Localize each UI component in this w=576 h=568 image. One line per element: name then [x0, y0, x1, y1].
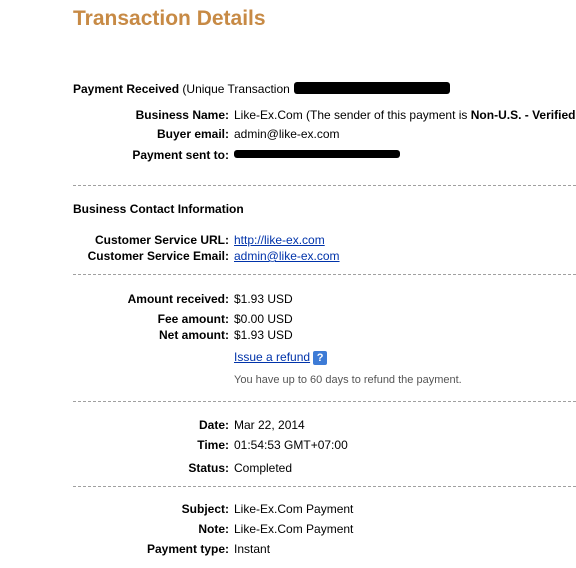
time-label: Time:: [197, 438, 229, 452]
divider: [73, 401, 576, 402]
business-name-text: Like-Ex.Com (The sender of this payment …: [234, 108, 471, 122]
payment-sent-to-label: Payment sent to:: [132, 148, 229, 162]
payment-received-label: Payment Received: [73, 82, 180, 96]
divider: [73, 486, 576, 487]
refund-note: You have up to 60 days to refund the pay…: [234, 374, 462, 386]
business-name-value: Like-Ex.Com (The sender of this payment …: [234, 108, 575, 122]
date-value: Mar 22, 2014: [234, 418, 305, 432]
refund-row: Issue a refund?: [234, 350, 328, 365]
note-value: Like-Ex.Com Payment: [234, 522, 354, 536]
date-label: Date:: [198, 418, 229, 432]
net-amount-value: $1.93 USD: [234, 328, 293, 342]
customer-service-url-label: Customer Service URL:: [94, 233, 229, 247]
issue-refund-link[interactable]: Issue a refund: [234, 350, 310, 364]
subject-value: Like-Ex.Com Payment: [234, 502, 354, 516]
customer-service-url-link[interactable]: http://like-ex.com: [234, 233, 325, 247]
redacted-recipient-email: [234, 150, 400, 158]
redacted-transaction-id: [294, 82, 450, 94]
payment-type-value: Instant: [234, 542, 271, 556]
customer-service-email-link[interactable]: admin@like-ex.com: [234, 249, 340, 263]
customer-service-email-label: Customer Service Email:: [87, 249, 229, 263]
verification-status: Non-U.S. - Verified: [470, 108, 576, 122]
page-title: Transaction Details: [73, 7, 266, 30]
buyer-email-label: Buyer email:: [156, 127, 229, 141]
note-label: Note:: [198, 522, 229, 536]
fee-amount-label: Fee amount:: [157, 312, 229, 326]
amount-received-label: Amount received:: [127, 292, 229, 306]
business-contact-heading: Business Contact Information: [73, 202, 244, 216]
subject-label: Subject:: [181, 502, 229, 516]
payment-type-label: Payment type:: [146, 542, 229, 556]
amount-received-value: $1.93 USD: [234, 292, 293, 306]
status-value: Completed: [234, 461, 293, 475]
transaction-prefix: (Unique Transaction: [182, 82, 290, 96]
time-value: 01:54:53 GMT+07:00: [234, 438, 348, 452]
business-name-label: Business Name:: [135, 108, 229, 122]
status-label: Status:: [188, 461, 229, 475]
help-question-icon[interactable]: ?: [313, 350, 328, 365]
divider: [73, 274, 576, 275]
divider: [73, 185, 576, 186]
buyer-email-value: admin@like-ex.com: [234, 127, 340, 141]
net-amount-label: Net amount:: [159, 328, 229, 342]
payment-received-heading: Payment Received (Unique Transaction: [73, 82, 290, 96]
fee-amount-value: $0.00 USD: [234, 312, 293, 326]
